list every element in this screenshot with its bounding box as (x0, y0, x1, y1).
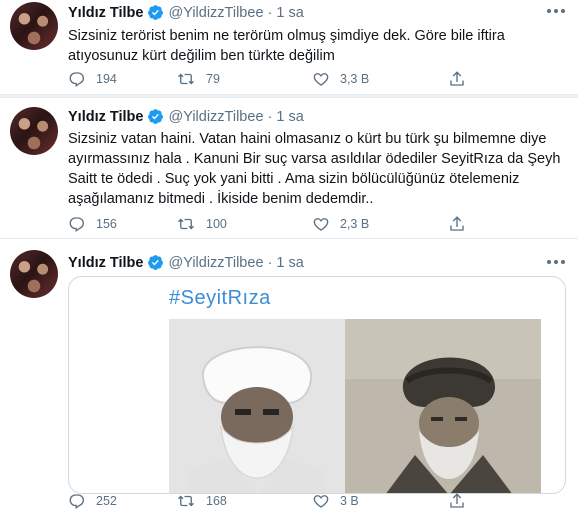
reply-icon (69, 217, 84, 233)
tweet-text: Sizsiniz terörist benim ne terörüm olmuş… (68, 28, 505, 64)
like-count: 2,3 B (340, 217, 370, 231)
retweet-button[interactable]: 100 (176, 215, 312, 233)
tweet-3[interactable]: Yıldız Tilbe @YildizzTilbee · 1 sa #Seyi… (0, 240, 578, 514)
retweet-count: 100 (206, 217, 227, 231)
tweet-actions: 156 100 2,3 B (68, 215, 466, 233)
retweet-count: 168 (206, 494, 227, 508)
share-button[interactable] (448, 70, 466, 88)
like-button[interactable]: 3 B (312, 492, 448, 510)
reply-count: 252 (96, 494, 117, 508)
reply-button[interactable]: 252 (68, 492, 176, 510)
more-options-icon[interactable] (546, 8, 566, 18)
like-count: 3,3 B (340, 72, 370, 86)
avatar[interactable] (10, 250, 58, 298)
like-icon (313, 495, 329, 508)
author-name[interactable]: Yıldız Tilbe (68, 5, 143, 21)
tweet-2[interactable]: Yıldız Tilbe @YildizzTilbee · 1 sa Sizsi… (0, 97, 578, 239)
reply-count: 156 (96, 217, 117, 231)
tweet-media[interactable]: #SeyitRıza (68, 276, 566, 494)
reply-icon (69, 494, 84, 510)
author-handle[interactable]: @YildizzTilbee (168, 255, 263, 271)
reply-button[interactable]: 194 (68, 70, 176, 88)
tweet-header: Yıldız Tilbe @YildizzTilbee · 1 sa (68, 108, 304, 125)
reply-icon (69, 72, 84, 88)
portrait-photo-right (345, 319, 541, 493)
tweet-actions: 252 168 3 B (68, 492, 466, 510)
retweet-icon (178, 73, 194, 85)
verified-badge-icon (148, 5, 164, 20)
tweet-header: Yıldız Tilbe @YildizzTilbee · 1 sa (68, 254, 304, 271)
share-icon (450, 71, 464, 86)
retweet-count: 79 (206, 72, 220, 86)
tweet-text: Sizsiniz vatan haini. Vatan haini olmasa… (68, 131, 561, 207)
separator-dot: · (267, 254, 273, 271)
tweet-time[interactable]: 1 sa (276, 5, 303, 21)
like-count: 3 B (340, 494, 359, 508)
retweet-icon (178, 495, 194, 507)
separator-dot: · (267, 4, 273, 21)
reply-count: 194 (96, 72, 117, 86)
tweet-header: Yıldız Tilbe @YildizzTilbee · 1 sa (68, 4, 304, 21)
tweet-time[interactable]: 1 sa (276, 109, 303, 125)
avatar[interactable] (10, 2, 58, 50)
retweet-button[interactable]: 79 (176, 70, 312, 88)
like-icon (313, 73, 329, 86)
author-handle[interactable]: @YildizzTilbee (168, 109, 263, 125)
tweet-1[interactable]: Yıldız Tilbe @YildizzTilbee · 1 sa Sizsi… (0, 0, 578, 95)
reply-button[interactable]: 156 (68, 215, 176, 233)
retweet-button[interactable]: 168 (176, 492, 312, 510)
separator-dot: · (267, 108, 273, 125)
portrait-photo-left (169, 319, 345, 493)
avatar[interactable] (10, 107, 58, 155)
author-handle[interactable]: @YildizzTilbee (168, 5, 263, 21)
share-button[interactable] (448, 215, 466, 233)
share-icon (450, 216, 464, 231)
tweet-actions: 194 79 3,3 B (68, 70, 466, 88)
tweet-time[interactable]: 1 sa (276, 255, 303, 271)
like-button[interactable]: 2,3 B (312, 215, 448, 233)
more-options-icon[interactable] (546, 259, 566, 269)
like-icon (313, 218, 329, 231)
media-hashtag: #SeyitRıza (169, 287, 271, 309)
verified-badge-icon (148, 109, 164, 124)
share-button[interactable] (448, 492, 466, 510)
like-button[interactable]: 3,3 B (312, 70, 448, 88)
retweet-icon (178, 218, 194, 230)
share-icon (450, 493, 464, 508)
author-name[interactable]: Yıldız Tilbe (68, 255, 143, 271)
verified-badge-icon (148, 255, 164, 270)
author-name[interactable]: Yıldız Tilbe (68, 109, 143, 125)
